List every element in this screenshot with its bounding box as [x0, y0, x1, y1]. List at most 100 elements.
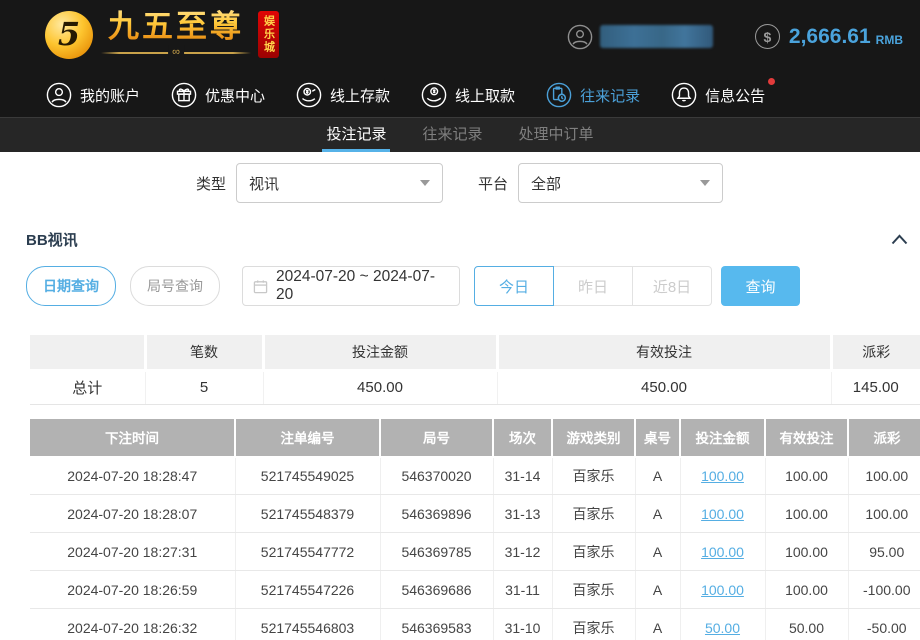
- bet-amount-link[interactable]: 100.00: [701, 468, 744, 484]
- summary-header-count: 笔数: [145, 335, 263, 370]
- summary-header-row: 笔数 投注金额 有效投注 派彩: [30, 335, 920, 370]
- gift-icon: [171, 82, 197, 108]
- cell-round-number: 546369785: [380, 533, 493, 571]
- header-valid-bet: 有效投注: [765, 419, 848, 457]
- cell-time: 2024-07-20 18:26:59: [30, 571, 235, 609]
- summary-bet-amount: 450.00: [263, 370, 497, 404]
- cell-valid-bet: 100.00: [765, 495, 848, 533]
- detail-table: 下注时间 注单编号 局号 场次 游戏类别 桌号 投注金额 有效投注 派彩 202…: [30, 419, 920, 640]
- tab-bet-records[interactable]: 投注记录: [324, 118, 388, 152]
- brand-logo[interactable]: 5 九五至尊 ∞ 娱乐城: [45, 8, 279, 59]
- round-query-button[interactable]: 局号查询: [130, 266, 220, 306]
- account-area: $ 2,666.61 RMB: [567, 0, 903, 73]
- query-bar: 日期查询 局号查询 2024-07-20 ~ 2024-07-20 今日 昨日 …: [0, 266, 920, 306]
- summary-valid-bet: 450.00: [497, 370, 831, 404]
- header-round-number: 局号: [380, 419, 493, 457]
- cell-session: 31-13: [493, 495, 552, 533]
- nav-label: 线上存款: [330, 85, 390, 106]
- cell-time: 2024-07-20 18:27:31: [30, 533, 235, 571]
- nav-item-transaction-records[interactable]: 往来记录: [546, 82, 640, 108]
- cell-payout: -50.00: [848, 609, 920, 640]
- filter-row: 类型 视讯 平台 全部: [0, 163, 920, 203]
- nav-label: 线上取款: [455, 85, 515, 106]
- balance-amount: 2,666.61: [789, 25, 871, 49]
- logo-monogram: 5: [58, 15, 80, 53]
- deposit-coin-icon: [296, 82, 322, 108]
- cell-game-type: 百家乐: [552, 495, 635, 533]
- bet-amount-link[interactable]: 100.00: [701, 506, 744, 522]
- date-query-button[interactable]: 日期查询: [26, 266, 116, 306]
- quick-range-group: 今日 昨日 近8日: [474, 266, 712, 306]
- nav-item-my-account[interactable]: 我的账户: [46, 82, 140, 108]
- header-session: 场次: [493, 419, 552, 457]
- nav-label: 优惠中心: [205, 85, 265, 106]
- cell-round-number: 546369686: [380, 571, 493, 609]
- cell-game-type: 百家乐: [552, 457, 635, 495]
- username-redacted: [600, 25, 713, 48]
- cell-payout: 95.00: [848, 533, 920, 571]
- cell-payout: -100.00: [848, 571, 920, 609]
- bet-amount-link[interactable]: 100.00: [701, 544, 744, 560]
- cell-game-type: 百家乐: [552, 533, 635, 571]
- cell-round-number: 546369583: [380, 609, 493, 640]
- nav-item-promotions[interactable]: 优惠中心: [171, 82, 265, 108]
- detail-header-row: 下注时间 注单编号 局号 场次 游戏类别 桌号 投注金额 有效投注 派彩: [30, 419, 920, 457]
- cell-table-number: A: [635, 457, 680, 495]
- cell-slip-number: 521745546803: [235, 609, 380, 640]
- summary-header-empty: [30, 335, 145, 370]
- cell-table-number: A: [635, 571, 680, 609]
- clipboard-clock-icon: [546, 82, 572, 108]
- header-slip-number: 注单编号: [235, 419, 380, 457]
- table-row: 2024-07-20 18:27:31 521745547772 5463697…: [30, 533, 920, 571]
- type-select-value: 视讯: [249, 173, 279, 194]
- cell-valid-bet: 50.00: [765, 609, 848, 640]
- detail-table-wrap: 下注时间 注单编号 局号 场次 游戏类别 桌号 投注金额 有效投注 派彩 202…: [30, 419, 920, 640]
- cell-session: 31-12: [493, 533, 552, 571]
- cell-session: 31-11: [493, 571, 552, 609]
- cell-round-number: 546370020: [380, 457, 493, 495]
- user-avatar-icon: [567, 24, 593, 50]
- type-select[interactable]: 视讯: [236, 163, 443, 203]
- nav-item-withdraw[interactable]: 线上取款: [421, 82, 515, 108]
- header-bet-time: 下注时间: [30, 419, 235, 457]
- balance-currency: RMB: [876, 33, 903, 47]
- bell-icon: [671, 82, 697, 108]
- chevron-down-icon: [420, 180, 430, 186]
- top-header: 5 九五至尊 ∞ 娱乐城 $ 2,666.61 RMB: [0, 0, 920, 73]
- cell-slip-number: 521745547226: [235, 571, 380, 609]
- table-row: 2024-07-20 18:26:59 521745547226 5463696…: [30, 571, 920, 609]
- table-row: 2024-07-20 18:26:32 521745546803 5463695…: [30, 609, 920, 640]
- bet-amount-link[interactable]: 50.00: [705, 620, 740, 636]
- summary-total-label: 总计: [30, 370, 145, 404]
- brand-flourish: ∞: [101, 47, 251, 59]
- main-nav: 我的账户 优惠中心 线上存款: [0, 73, 920, 117]
- brand-name: 九五至尊: [108, 8, 244, 46]
- date-range-input[interactable]: 2024-07-20 ~ 2024-07-20: [242, 266, 460, 306]
- bet-amount-link[interactable]: 100.00: [701, 582, 744, 598]
- notification-dot: [768, 78, 775, 85]
- table-row: 2024-07-20 18:28:47 521745549025 5463700…: [30, 457, 920, 495]
- summary-header-bet-amount: 投注金额: [263, 335, 497, 370]
- summary-table: 笔数 投注金额 有效投注 派彩 总计 5 450.00 450.00 145.0…: [30, 335, 920, 405]
- logo-coin-icon: 5: [45, 11, 93, 59]
- record-tabs: 投注记录 往来记录 处理中订单: [0, 117, 920, 152]
- search-button[interactable]: 查询: [721, 266, 800, 306]
- cell-session: 31-14: [493, 457, 552, 495]
- collapse-chevron-icon[interactable]: [891, 234, 908, 245]
- today-button[interactable]: 今日: [474, 266, 554, 306]
- header-table-number: 桌号: [635, 419, 680, 457]
- dollar-circle-icon: $: [755, 24, 780, 49]
- platform-select-value: 全部: [531, 173, 561, 194]
- yesterday-button[interactable]: 昨日: [553, 266, 633, 306]
- tab-processing-orders[interactable]: 处理中订单: [517, 118, 596, 152]
- cell-time: 2024-07-20 18:28:07: [30, 495, 235, 533]
- nav-item-announcements[interactable]: 信息公告: [671, 82, 765, 108]
- header-game-type: 游戏类别: [552, 419, 635, 457]
- nav-item-deposit[interactable]: 线上存款: [296, 82, 390, 108]
- last-8-days-button[interactable]: 近8日: [632, 266, 712, 306]
- tab-transaction-records[interactable]: 往来记录: [420, 118, 484, 152]
- cell-payout: 100.00: [848, 457, 920, 495]
- platform-filter-label: 平台: [478, 173, 508, 194]
- platform-select[interactable]: 全部: [518, 163, 723, 203]
- cell-game-type: 百家乐: [552, 571, 635, 609]
